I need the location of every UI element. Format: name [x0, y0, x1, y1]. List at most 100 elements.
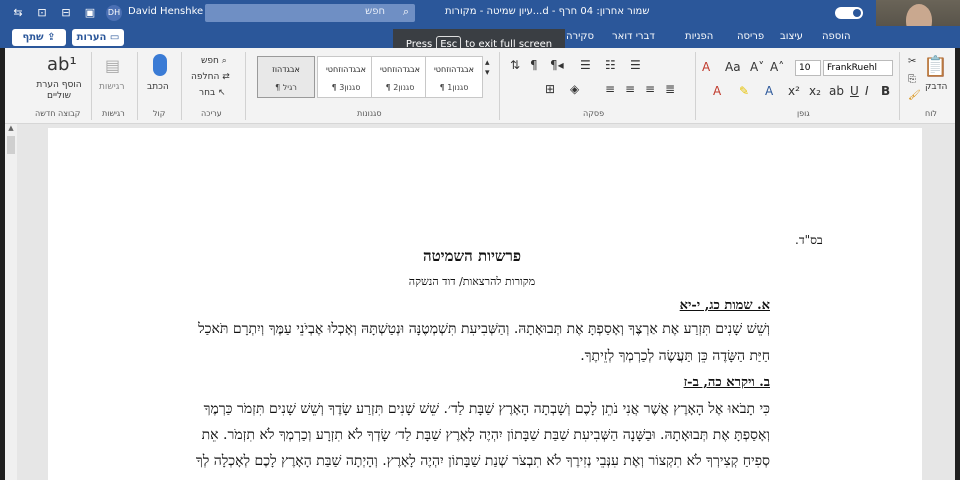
divider — [695, 52, 696, 120]
strikethrough-icon[interactable]: ab — [829, 84, 844, 98]
divider — [137, 52, 138, 120]
highlight-icon[interactable]: ✎ — [739, 84, 749, 98]
paste-button[interactable]: הדבק — [925, 82, 947, 92]
section-heading: ב. ויקרא כה, ב-ז — [683, 375, 770, 390]
save-icon[interactable]: ⊡ — [34, 5, 50, 21]
dictate-button[interactable]: הכתב — [147, 82, 169, 92]
copy-icon[interactable]: ⎘ — [908, 74, 916, 85]
tab-design[interactable]: עיצוב — [780, 31, 803, 42]
rtl-icon[interactable]: ¶◂ — [550, 58, 564, 72]
autosave-icon[interactable]: ⇆ — [10, 5, 26, 21]
style-caption: ¶ סגנון1 — [439, 83, 469, 92]
ribbon: ab¹ הוסף הערת שוליים קבוצה חדשה ▤ רגישות… — [5, 48, 955, 124]
bold-icon[interactable]: B — [881, 84, 890, 98]
title-bar: ⇆ ⊡ ⊟ ▣ DH David Henshke חפש ⌕ עיון שמיט… — [0, 0, 960, 26]
replace-button[interactable]: החלפה ⇄ — [191, 72, 230, 82]
align-center-icon[interactable]: ≡ — [625, 82, 635, 96]
paragraph-group-label: פסקה — [583, 109, 605, 118]
tab-references[interactable]: הפניות — [685, 31, 713, 42]
find-button[interactable]: חפש ⌕ — [201, 56, 227, 66]
text-effects-icon[interactable]: A — [702, 60, 710, 74]
user-name: David Henshke — [128, 6, 204, 17]
divider — [245, 52, 246, 120]
search-icon: ⌕ — [402, 5, 409, 18]
avatar[interactable]: DH — [106, 5, 122, 21]
style-2[interactable]: אבגדהוזחטי ¶ סגנון2 — [371, 56, 429, 98]
voice-group-label: קול — [153, 109, 166, 118]
sensitivity-button[interactable]: רגישות — [99, 82, 125, 92]
style-caption: ¶ רגיל — [275, 83, 297, 92]
search-input[interactable]: חפש ⌕ — [205, 4, 415, 22]
page-header-text: בס"ד. — [795, 233, 823, 247]
share-label: שתף — [22, 32, 44, 43]
tab-insert[interactable]: הוספה — [822, 31, 851, 42]
divider — [499, 52, 500, 120]
format-painter-icon[interactable]: 🖌 — [908, 90, 921, 101]
style-caption: ¶ סגנון2 — [385, 83, 415, 92]
show-marks-icon[interactable]: ¶ — [530, 58, 538, 72]
font-name-select[interactable]: FrankRuehl — [823, 60, 893, 76]
search-placeholder: חפש — [365, 6, 385, 17]
styles-scroll-icon[interactable]: ▴ ▾ — [485, 58, 490, 78]
body-line: חַיַּת הַשָּׂדֶה כֵּן תַּעֲשֶׂה לְכַרְמְ… — [580, 348, 770, 364]
layout-icon[interactable]: ▣ — [82, 5, 98, 21]
style-1[interactable]: אבגדהוזחטי ¶ סגנון1 — [425, 56, 483, 98]
align-right-icon[interactable]: ≡ — [645, 82, 655, 96]
sensitivity-group-label: רגישות — [102, 109, 125, 118]
comments-button[interactable]: הערות ▭ — [72, 29, 124, 46]
share-button[interactable]: שתף ⇪ — [12, 29, 66, 46]
justify-icon[interactable]: ≣ — [665, 82, 675, 96]
footnote-icon[interactable]: ab¹ — [47, 54, 77, 75]
tab-review[interactable]: סקירה — [566, 31, 594, 42]
superscript-icon[interactable]: x² — [788, 84, 800, 98]
subscript-icon[interactable]: x₂ — [809, 84, 821, 98]
autosave-toggle[interactable] — [835, 7, 863, 19]
document-heading: פרשיות השמיטה — [422, 247, 522, 265]
underline-icon[interactable]: U — [850, 84, 859, 98]
borders-icon[interactable]: ⊞ — [545, 82, 555, 96]
text-effect-icon[interactable]: A — [765, 84, 773, 98]
grow-font-icon[interactable]: A˄ — [770, 60, 784, 74]
select-button[interactable]: בחר ↖ — [199, 88, 226, 98]
tab-layout[interactable]: פריסה — [737, 31, 764, 42]
style-3[interactable]: אבגדהוזחטי ¶ סגנון3 — [317, 56, 375, 98]
style-sample: אבגדהוזחטי — [433, 65, 474, 74]
multilevel-list-icon[interactable]: ☰ — [630, 58, 641, 72]
document-subtitle: מקורות להרצאות/ דוד הנשקה — [408, 275, 536, 288]
section-heading: א. שמות כג, י-יא — [679, 298, 770, 313]
shading-icon[interactable]: ◈ — [570, 82, 579, 96]
scroll-up-icon[interactable]: ▲ — [5, 124, 17, 134]
font-size-select[interactable]: 10 — [795, 60, 821, 76]
align-left-icon[interactable]: ≡ — [605, 82, 615, 96]
tab-mailings[interactable]: דברי דואר — [612, 31, 655, 42]
comments-label: הערות — [76, 32, 107, 43]
body-line: כִּי תָבֹאוּ אֶל הָאָרֶץ אֲשֶׁר אֲנִי נֹ… — [203, 401, 770, 417]
shrink-font-icon[interactable]: A˅ — [750, 60, 764, 74]
divider — [91, 52, 92, 120]
styles-group-label: סגנונות — [357, 109, 382, 118]
sensitivity-icon[interactable]: ▤ — [105, 56, 120, 75]
font-group-label: גופן — [797, 109, 810, 118]
change-case-icon[interactable]: Aa — [725, 60, 741, 74]
undo-icon[interactable]: ⊟ — [58, 5, 74, 21]
italic-icon[interactable]: I — [865, 84, 869, 98]
style-sample: אבגדהוזחטי — [379, 65, 420, 74]
paste-icon[interactable]: 📋 — [923, 54, 948, 78]
cut-icon[interactable]: ✂ — [908, 56, 916, 67]
style-sample: אבגדהוז — [272, 65, 300, 74]
style-sample: אבגדהוזחטי — [325, 65, 366, 74]
font-color-icon[interactable]: A — [713, 84, 721, 98]
body-line: סְפִיחַ קְצִירְךָ לֹא תִקְצוֹר וְאֶת עִנ… — [195, 453, 770, 469]
add-footnote-button[interactable]: הוסף הערת שוליים — [35, 80, 83, 102]
divider — [181, 52, 182, 120]
style-caption: ¶ סגנון3 — [331, 83, 361, 92]
microphone-icon[interactable] — [153, 54, 167, 76]
style-normal[interactable]: אבגדהוז ¶ רגיל — [257, 56, 315, 98]
list-icon[interactable]: ☰ — [580, 58, 591, 72]
body-line: וְשֵׁשׁ שָׁנִים תִּזְרַע אֶת אַרְצֶךָ וְ… — [198, 321, 770, 337]
vertical-scrollbar[interactable]: ▲ — [5, 124, 17, 480]
scroll-thumb[interactable] — [7, 136, 15, 154]
sort-icon[interactable]: ⇅ — [510, 58, 520, 72]
numbered-list-icon[interactable]: ☷ — [605, 58, 616, 72]
document-title: עיון שמיטה - מקורות...d - שמור אחרון: 04… — [445, 6, 650, 17]
